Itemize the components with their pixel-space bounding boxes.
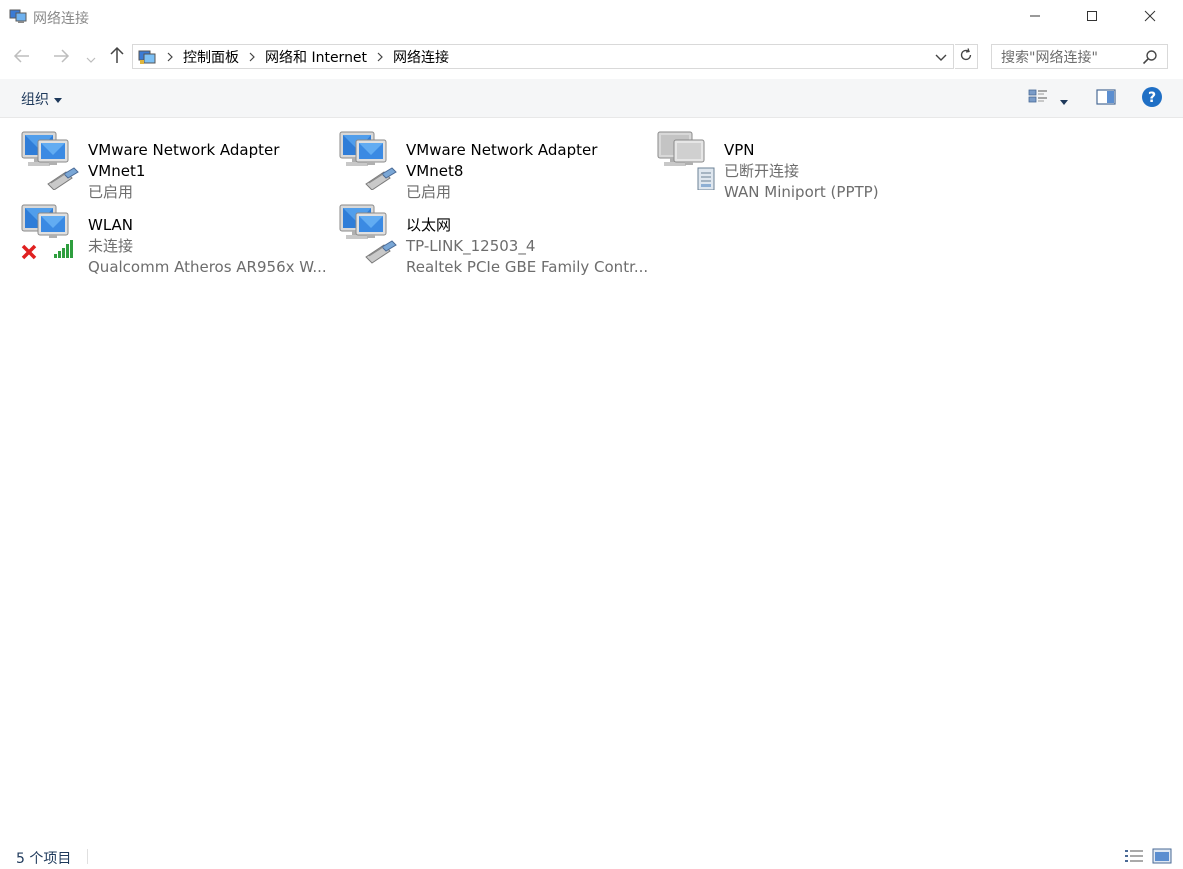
wireless-icon: [20, 203, 82, 265]
organize-menu-button[interactable]: 组织: [21, 89, 62, 109]
connection-name: VMware Network Adapter: [406, 141, 598, 159]
network-adapter-icon: [338, 128, 400, 191]
connection-item[interactable]: VMware Network Adapter VMnet8 已启用: [338, 128, 648, 201]
preview-pane-icon: [1096, 89, 1116, 109]
chevron-down-icon: [86, 48, 96, 67]
connection-name: VMware Network Adapter: [88, 141, 280, 159]
connection-device: 已启用: [406, 183, 452, 201]
arrow-left-icon: [13, 48, 31, 67]
refresh-button[interactable]: [955, 44, 978, 69]
preview-pane-button[interactable]: [1095, 88, 1117, 110]
view-options-dropdown[interactable]: [1056, 88, 1072, 110]
close-button[interactable]: [1127, 0, 1173, 32]
breadcrumb-control-panel[interactable]: 控制面板: [183, 47, 239, 67]
connection-status: VMnet8: [406, 162, 464, 180]
ethernet-icon: [338, 203, 400, 265]
arrow-up-icon: [110, 46, 124, 68]
details-view-icon: [1125, 850, 1143, 862]
recent-locations-button[interactable]: [84, 46, 98, 68]
organize-label: 组织: [21, 92, 49, 108]
dropdown-arrow-icon: [1060, 90, 1068, 109]
arrow-right-icon: [52, 48, 70, 67]
connection-status: 已断开连接: [724, 162, 800, 180]
network-connections-icon: [9, 8, 27, 24]
connection-name: VPN: [724, 141, 755, 159]
status-divider: [87, 849, 88, 864]
maximize-button[interactable]: [1069, 0, 1115, 32]
connection-name: 以太网: [406, 216, 452, 234]
item-count: 5 个项目: [16, 851, 72, 867]
search-placeholder: 搜索"网络连接": [1001, 49, 1098, 66]
up-button[interactable]: [106, 46, 128, 68]
help-button[interactable]: ?: [1140, 86, 1164, 112]
connection-device: 已启用: [88, 183, 134, 201]
connection-status: TP-LINK_12503_4: [406, 237, 536, 255]
address-history-dropdown[interactable]: [933, 49, 949, 65]
connection-item[interactable]: WLAN 未连接 Qualcomm Atheros AR956x W...: [20, 203, 330, 276]
chevron-right-icon[interactable]: [245, 49, 259, 65]
minimize-button[interactable]: [1012, 0, 1058, 32]
connection-status: VMnet1: [88, 162, 146, 180]
chevron-right-icon: [163, 49, 177, 65]
network-adapter-icon: [20, 128, 82, 191]
window-title: 网络连接: [33, 11, 89, 27]
back-button[interactable]: [11, 46, 33, 68]
search-input[interactable]: 搜索"网络连接": [991, 44, 1168, 69]
forward-button[interactable]: [50, 46, 72, 68]
view-options-icon: [1028, 88, 1048, 110]
control-panel-icon: [137, 48, 157, 66]
connection-name: WLAN: [88, 216, 134, 234]
navigation-bar: 控制面板 网络和 Internet 网络连接 搜索"网络连接": [0, 38, 1183, 74]
search-icon: [1142, 49, 1158, 65]
connection-item[interactable]: 以太网 TP-LINK_12503_4 Realtek PCIe GBE Fam…: [338, 203, 649, 276]
title-bar: 网络连接: [0, 0, 1183, 34]
chevron-right-icon[interactable]: [373, 49, 387, 65]
svg-text:?: ?: [1148, 90, 1156, 106]
breadcrumb-network-connections[interactable]: 网络连接: [393, 47, 449, 67]
breadcrumb-network-internet[interactable]: 网络和 Internet: [265, 47, 367, 67]
maximize-icon: [1086, 7, 1098, 26]
refresh-icon: [959, 47, 973, 66]
address-bar[interactable]: 控制面板 网络和 Internet 网络连接: [132, 44, 954, 69]
connection-device: Qualcomm Atheros AR956x W...: [88, 258, 327, 276]
connection-item[interactable]: VPN 已断开连接 WAN Miniport (PPTP): [656, 128, 966, 201]
vpn-icon: [656, 128, 718, 191]
file-list: VMware Network Adapter VMnet1 已启用 VMware…: [0, 118, 1183, 838]
large-icons-view-button[interactable]: [1152, 848, 1172, 864]
minimize-icon: [1029, 7, 1041, 26]
connection-device: Realtek PCIe GBE Family Contr...: [406, 258, 649, 276]
large-icons-view-icon: [1152, 848, 1172, 864]
dropdown-arrow-icon: [54, 91, 62, 107]
connection-item[interactable]: VMware Network Adapter VMnet1 已启用: [20, 128, 330, 201]
command-bar: 组织 ?: [0, 79, 1183, 118]
connection-device: WAN Miniport (PPTP): [724, 183, 879, 201]
close-icon: [1144, 7, 1156, 26]
details-view-button[interactable]: [1124, 848, 1144, 864]
connection-status: 未连接: [88, 237, 134, 255]
status-bar: 5 个项目: [0, 838, 1183, 869]
change-view-button[interactable]: [1027, 88, 1049, 110]
help-icon: ?: [1141, 86, 1163, 112]
